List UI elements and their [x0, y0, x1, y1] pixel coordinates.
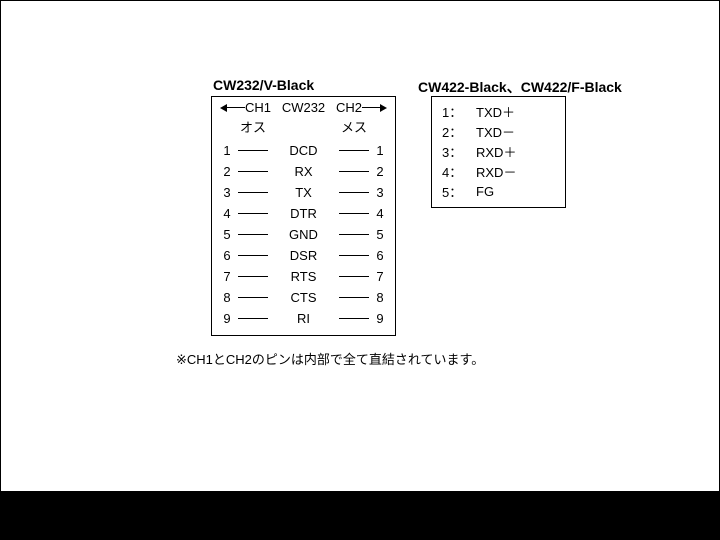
wire-icon: [339, 213, 369, 214]
ch2-label: CH2: [336, 100, 362, 115]
pin-left: 6: [220, 248, 234, 263]
pin-right: 1: [373, 143, 387, 158]
pin-row: 5 GND 5: [220, 224, 387, 245]
pin-row: 1 DCD 1: [220, 140, 387, 161]
pin-row: 4：RXD－: [442, 161, 555, 181]
pin-left: 7: [220, 269, 234, 284]
wire-icon: [339, 276, 369, 277]
pinout-box-cw232: CH1 CW232 CH2 オス メス 1 DCD 1 2 RX 2 3 TX 3 4 DTR 4 5 G…: [211, 96, 396, 336]
wire-icon: [339, 150, 369, 151]
signal-name: DCD: [286, 143, 320, 158]
ch1-label: CH1: [245, 100, 271, 115]
signal-name: TX: [292, 185, 315, 200]
pin-right: 2: [373, 164, 387, 179]
pin-right: 3: [373, 185, 387, 200]
wire-icon: [339, 297, 369, 298]
pin-left: 5: [220, 227, 234, 242]
pin-right: 8: [373, 290, 387, 305]
pin-left: 9: [220, 311, 234, 326]
pin-left: 1: [220, 143, 234, 158]
wire-icon: [339, 171, 369, 172]
signal-name: RXD－: [476, 162, 516, 181]
pin-row: 9 RI 9: [220, 308, 387, 329]
device-label: CW232: [282, 100, 325, 115]
pin-right: 6: [373, 248, 387, 263]
arrow-right-icon: CH2: [336, 100, 387, 115]
pin-row: 1：TXD＋: [442, 101, 555, 121]
pin-row: 8 CTS 8: [220, 287, 387, 308]
channel-header: CH1 CW232 CH2: [212, 97, 395, 115]
diagram-sheet: CW232/V-Black CW422-Black、CW422/F-Black …: [1, 1, 719, 491]
pin-right: 4: [373, 206, 387, 221]
signal-name: TXD－: [476, 122, 515, 141]
pin-row: 4 DTR 4: [220, 203, 387, 224]
pin-list: 1 DCD 1 2 RX 2 3 TX 3 4 DTR 4 5 GND 5 6 DSR 6 7 RTS 7 8 CTS 8 9 R…: [212, 140, 395, 335]
pin-key: 4：: [442, 162, 476, 181]
male-label: オス: [240, 117, 266, 136]
wire-icon: [238, 255, 268, 256]
wire-icon: [238, 234, 268, 235]
wire-icon: [238, 276, 268, 277]
signal-name: GND: [286, 227, 321, 242]
signal-name: RXD＋: [476, 142, 516, 161]
pin-key: 1：: [442, 102, 476, 121]
wire-icon: [339, 255, 369, 256]
gender-row: オス メス: [212, 115, 395, 140]
pin-key: 5：: [442, 182, 476, 201]
pin-row: 3：RXD＋: [442, 141, 555, 161]
signal-name: CTS: [288, 290, 320, 305]
wire-icon: [238, 171, 268, 172]
signal-name: DTR: [287, 206, 320, 221]
pinout-box-cw422: 1：TXD＋2：TXD－3：RXD＋4：RXD－5：FG: [431, 96, 566, 208]
pin-key: 2：: [442, 122, 476, 141]
signal-name: RTS: [288, 269, 320, 284]
wire-icon: [238, 192, 268, 193]
pin-row: 2：TXD－: [442, 121, 555, 141]
title-cw422: CW422-Black、CW422/F-Black: [418, 77, 622, 97]
wire-icon: [339, 234, 369, 235]
title-cw232: CW232/V-Black: [213, 77, 314, 93]
signal-name: DSR: [287, 248, 320, 263]
pin-left: 3: [220, 185, 234, 200]
pin-key: 3：: [442, 142, 476, 161]
wire-icon: [339, 318, 369, 319]
pin-row: 7 RTS 7: [220, 266, 387, 287]
signal-name: FG: [476, 184, 494, 199]
signal-name: RI: [294, 311, 313, 326]
pin-right: 9: [373, 311, 387, 326]
pin-right: 5: [373, 227, 387, 242]
pin-right: 7: [373, 269, 387, 284]
wire-icon: [238, 150, 268, 151]
pin-left: 8: [220, 290, 234, 305]
wire-icon: [238, 297, 268, 298]
wire-icon: [238, 213, 268, 214]
footnote: ※CH1とCH2のピンは内部で全て直結されています。: [176, 349, 484, 368]
pin-row: 3 TX 3: [220, 182, 387, 203]
pin-row: 5：FG: [442, 181, 555, 201]
pin-row: 6 DSR 6: [220, 245, 387, 266]
signal-name: RX: [291, 164, 315, 179]
arrow-left-icon: CH1: [220, 100, 271, 115]
pin-left: 2: [220, 164, 234, 179]
wire-icon: [238, 318, 268, 319]
pin-row: 2 RX 2: [220, 161, 387, 182]
signal-name: TXD＋: [476, 102, 515, 121]
female-label: メス: [341, 117, 367, 136]
wire-icon: [339, 192, 369, 193]
pin-left: 4: [220, 206, 234, 221]
